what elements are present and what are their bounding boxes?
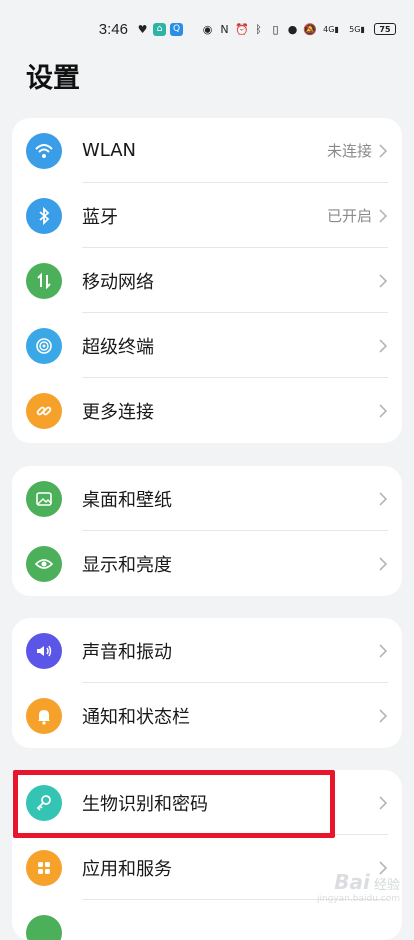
settings-item-sound[interactable]: 声音和振动 [12, 618, 402, 683]
chevron-right-icon [378, 556, 388, 572]
signal-5g-icon: 5G▮ [346, 23, 368, 36]
wifi-icon [26, 133, 62, 169]
settings-item-value: 已开启 [327, 205, 372, 226]
chevron-right-icon [378, 491, 388, 507]
alarm-icon: ⏰ [235, 23, 248, 36]
chevron-right-icon [378, 273, 388, 289]
battery-saver-icon: ▯ [269, 23, 282, 36]
nfc-icon: N [218, 23, 231, 36]
chevron-right-icon [378, 338, 388, 354]
watermark-brand-suffix: 经验 [374, 878, 400, 893]
status-bar: 3:46 ♥ ⌂ Q ◉ N ⏰ ᛒ ▯ ● 🔕 4G▮ 5G▮ 75 [0, 0, 414, 58]
display-group: 桌面和壁纸 显示和亮度 [12, 466, 402, 596]
settings-item-label: 声音和振动 [82, 638, 172, 664]
apps-icon [26, 850, 62, 886]
settings-item-label: 生物识别和密码 [82, 790, 208, 816]
settings-item-label: 超级终端 [82, 333, 154, 359]
settings-item-label: 移动网络 [82, 268, 154, 294]
battery-icon: 75 [374, 23, 396, 35]
settings-item-wlan[interactable]: WLAN 未连接 [12, 118, 402, 183]
battery-level: 75 [379, 25, 390, 34]
eye-icon: ◉ [201, 23, 214, 36]
settings-item-value: 未连接 [327, 140, 372, 161]
signal-5g-label: 5G [349, 25, 360, 34]
mute-icon: 🔕 [303, 23, 316, 36]
page-title: 设置 [26, 56, 80, 95]
bluetooth-icon: ᛒ [252, 23, 265, 36]
link-icon [26, 393, 62, 429]
heart-icon: ♥ [136, 23, 149, 36]
settings-item-label: WLAN [82, 140, 136, 161]
watermark-brand: Bai [334, 870, 370, 894]
bell-icon [26, 698, 62, 734]
settings-item-biometrics[interactable]: 生物识别和密码 [12, 770, 402, 835]
chevron-right-icon [378, 643, 388, 659]
settings-item-label: 显示和亮度 [82, 551, 172, 577]
connectivity-group: WLAN 未连接 蓝牙 已开启 移动网络 超级终端 更多连接 [12, 118, 402, 443]
key-icon [26, 785, 62, 821]
chevron-right-icon [378, 208, 388, 224]
settings-item-mobile-network[interactable]: 移动网络 [12, 248, 402, 313]
signal-4g-icon: 4G▮ [320, 23, 342, 36]
status-time: 3:46 [99, 21, 128, 38]
wallpaper-icon [26, 481, 62, 517]
watermark: Bai 经验 jingyan.baidu.com [290, 870, 400, 916]
mobile-data-icon [26, 263, 62, 299]
super-device-icon [26, 328, 62, 364]
app-icon: ⌂ [153, 23, 166, 36]
settings-item-wallpaper[interactable]: 桌面和壁纸 [12, 466, 402, 531]
settings-item-label: 更多连接 [82, 398, 154, 424]
bluetooth-icon [26, 198, 62, 234]
chevron-right-icon [378, 708, 388, 724]
search-app-icon: Q [170, 23, 183, 36]
settings-item-bluetooth[interactable]: 蓝牙 已开启 [12, 183, 402, 248]
location-icon: ● [286, 23, 299, 36]
signal-4g-label: 4G [323, 25, 334, 34]
sound-notification-group: 声音和振动 通知和状态栏 [12, 618, 402, 748]
settings-item-label: 桌面和壁纸 [82, 486, 172, 512]
settings-item-super-device[interactable]: 超级终端 [12, 313, 402, 378]
chevron-right-icon [378, 143, 388, 159]
speaker-icon [26, 633, 62, 669]
settings-item-label: 蓝牙 [82, 203, 118, 229]
settings-item-label: 通知和状态栏 [82, 703, 190, 729]
settings-item-notifications[interactable]: 通知和状态栏 [12, 683, 402, 748]
settings-item-label: 应用和服务 [82, 855, 172, 881]
settings-item-display[interactable]: 显示和亮度 [12, 531, 402, 596]
settings-item-more-connections[interactable]: 更多连接 [12, 378, 402, 443]
chevron-right-icon [378, 403, 388, 419]
eye-icon [26, 546, 62, 582]
watermark-url: jingyan.baidu.com [290, 894, 400, 904]
chevron-right-icon [378, 795, 388, 811]
partial-icon [26, 915, 62, 940]
